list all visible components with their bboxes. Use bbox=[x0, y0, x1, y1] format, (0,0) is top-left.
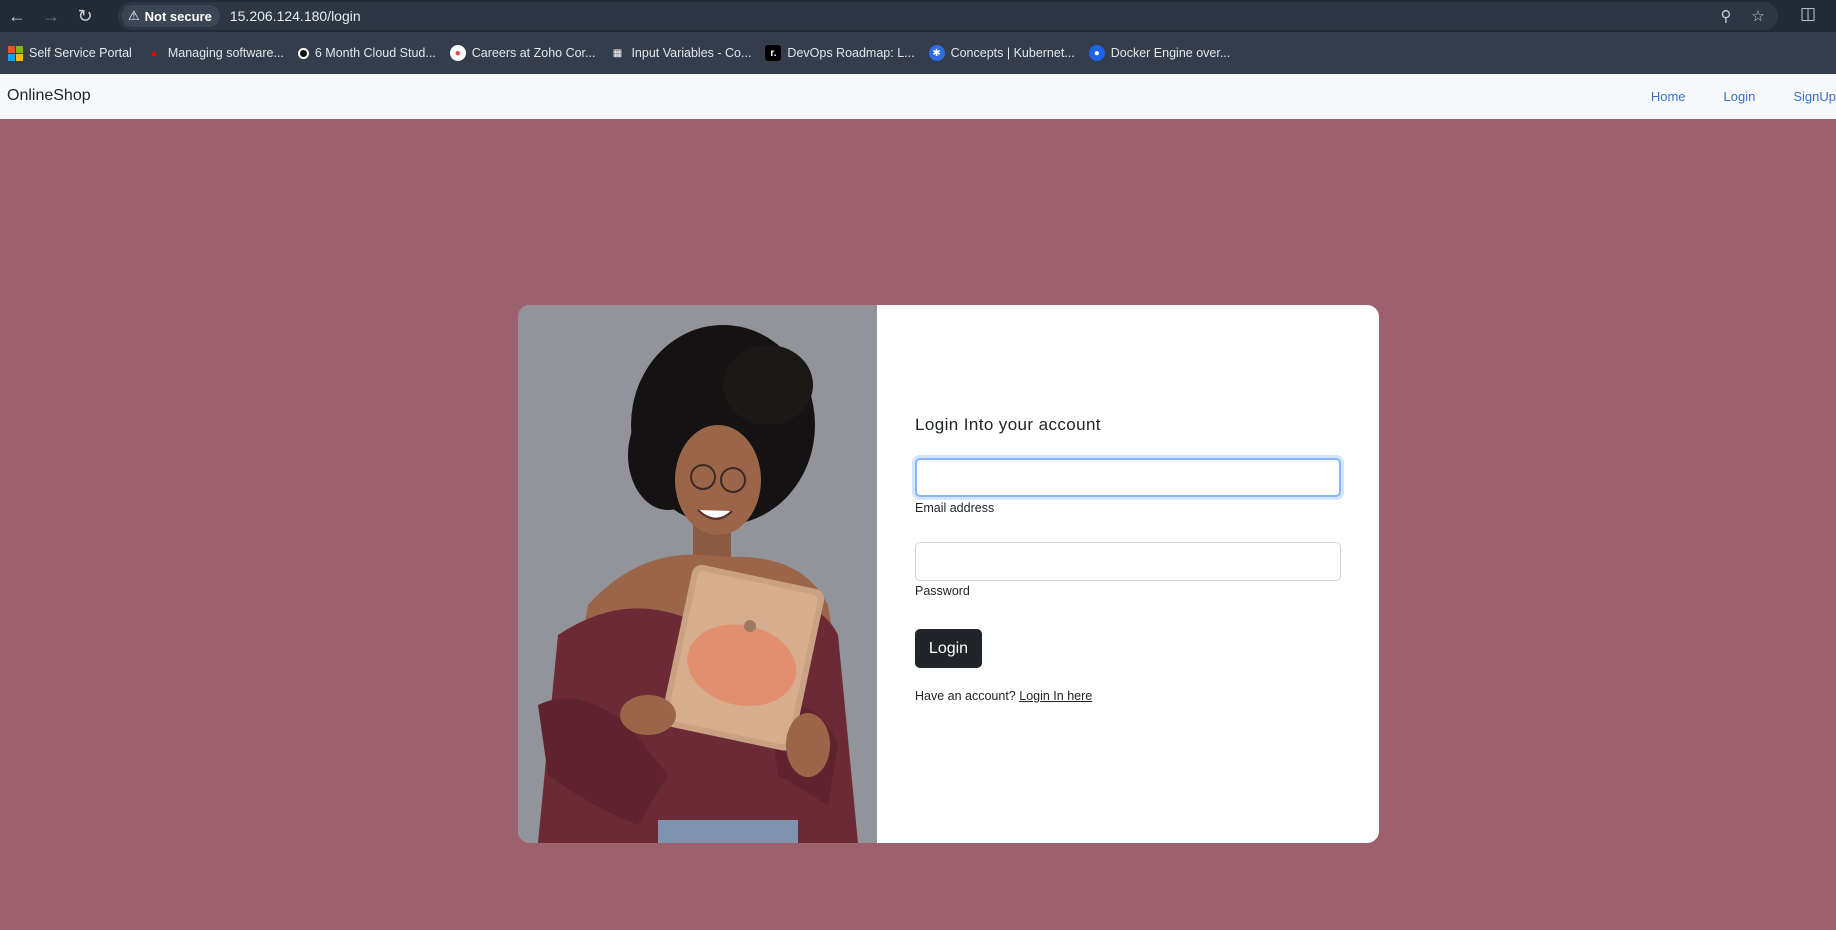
bookmark-label: Concepts | Kubernet... bbox=[950, 46, 1075, 60]
bookmark-label: Docker Engine over... bbox=[1110, 46, 1231, 60]
docker-icon: ● bbox=[1088, 45, 1105, 61]
form-title: Login Into your account bbox=[915, 415, 1101, 434]
bookmark-item[interactable]: ▲ Managing software... bbox=[146, 45, 284, 61]
bookmarks-bar: Self Service Portal ▲ Managing software.… bbox=[0, 32, 1836, 74]
redhat-icon: ▲ bbox=[148, 47, 159, 59]
nav-signup-link[interactable]: SignUp bbox=[1793, 89, 1836, 104]
reload-icon[interactable]: ↻ bbox=[68, 0, 102, 32]
forward-icon[interactable]: → bbox=[34, 0, 68, 32]
star-icon[interactable]: ☆ bbox=[1744, 7, 1772, 25]
zoom-icon[interactable]: ⚲ bbox=[1712, 7, 1740, 25]
microsoft-icon bbox=[8, 45, 23, 61]
bookmark-item[interactable]: ● Careers at Zoho Cor... bbox=[449, 45, 596, 61]
login-button[interactable]: Login bbox=[915, 629, 982, 668]
password-label: Password bbox=[915, 584, 970, 598]
password-field[interactable] bbox=[915, 542, 1341, 581]
address-bar[interactable]: ⚠ Not secure 15.206.124.180/login ⚲ ☆ bbox=[118, 2, 1778, 30]
warning-icon: ⚠ bbox=[128, 8, 140, 23]
bookmark-item[interactable]: ● Docker Engine over... bbox=[1088, 45, 1231, 61]
bookmark-item[interactable]: r. DevOps Roadmap: L... bbox=[765, 45, 915, 61]
circle-icon bbox=[297, 47, 309, 59]
email-label: Email address bbox=[915, 501, 995, 515]
bookmark-label: Self Service Portal bbox=[29, 46, 132, 60]
bookmark-item[interactable]: Self Service Portal bbox=[8, 45, 132, 61]
signup-prompt: Have an account? Login In here bbox=[915, 689, 1092, 703]
browser-toolbar: ← → ↻ ⚠ Not secure 15.206.124.180/login … bbox=[0, 0, 1836, 32]
site-navbar: OnlineShop Home Login SignUp bbox=[0, 74, 1836, 119]
security-label: Not secure bbox=[144, 8, 212, 24]
nav-login-link[interactable]: Login bbox=[1724, 89, 1756, 104]
zoho-icon: ● bbox=[449, 45, 466, 61]
bookmark-item[interactable]: ▦ Input Variables - Co... bbox=[609, 45, 752, 61]
back-icon[interactable]: ← bbox=[0, 0, 34, 32]
bookmark-item[interactable]: ✱ Concepts | Kubernet... bbox=[928, 45, 1075, 61]
email-field[interactable] bbox=[915, 458, 1341, 497]
login-form: Login Into your account Email address Pa… bbox=[877, 305, 1379, 843]
woman-with-tablet-illustration bbox=[518, 305, 877, 843]
security-chip[interactable]: ⚠ Not secure bbox=[122, 5, 220, 27]
bookmark-item[interactable]: 6 Month Cloud Stud... bbox=[297, 46, 436, 60]
bookmark-label: Input Variables - Co... bbox=[631, 46, 752, 60]
kubernetes-icon: ✱ bbox=[928, 45, 945, 61]
url-text[interactable]: 15.206.124.180/login bbox=[230, 8, 361, 24]
bookmark-label: DevOps Roadmap: L... bbox=[787, 46, 915, 60]
bookmark-label: 6 Month Cloud Stud... bbox=[314, 46, 436, 60]
brand-link[interactable]: OnlineShop bbox=[7, 87, 91, 105]
roadmap-icon: r. bbox=[765, 45, 782, 61]
terraform-icon: ▦ bbox=[612, 47, 623, 59]
bookmark-label: Careers at Zoho Cor... bbox=[471, 46, 596, 60]
prompt-text: Have an account? bbox=[915, 689, 1016, 703]
nav-home-link[interactable]: Home bbox=[1651, 89, 1686, 104]
login-card: Login Into your account Email address Pa… bbox=[518, 305, 1379, 843]
extensions-icon[interactable]: ◫ bbox=[1800, 4, 1816, 24]
hero-photo bbox=[518, 305, 877, 843]
login-here-link[interactable]: Login In here bbox=[1019, 689, 1092, 703]
bookmark-label: Managing software... bbox=[167, 46, 284, 60]
